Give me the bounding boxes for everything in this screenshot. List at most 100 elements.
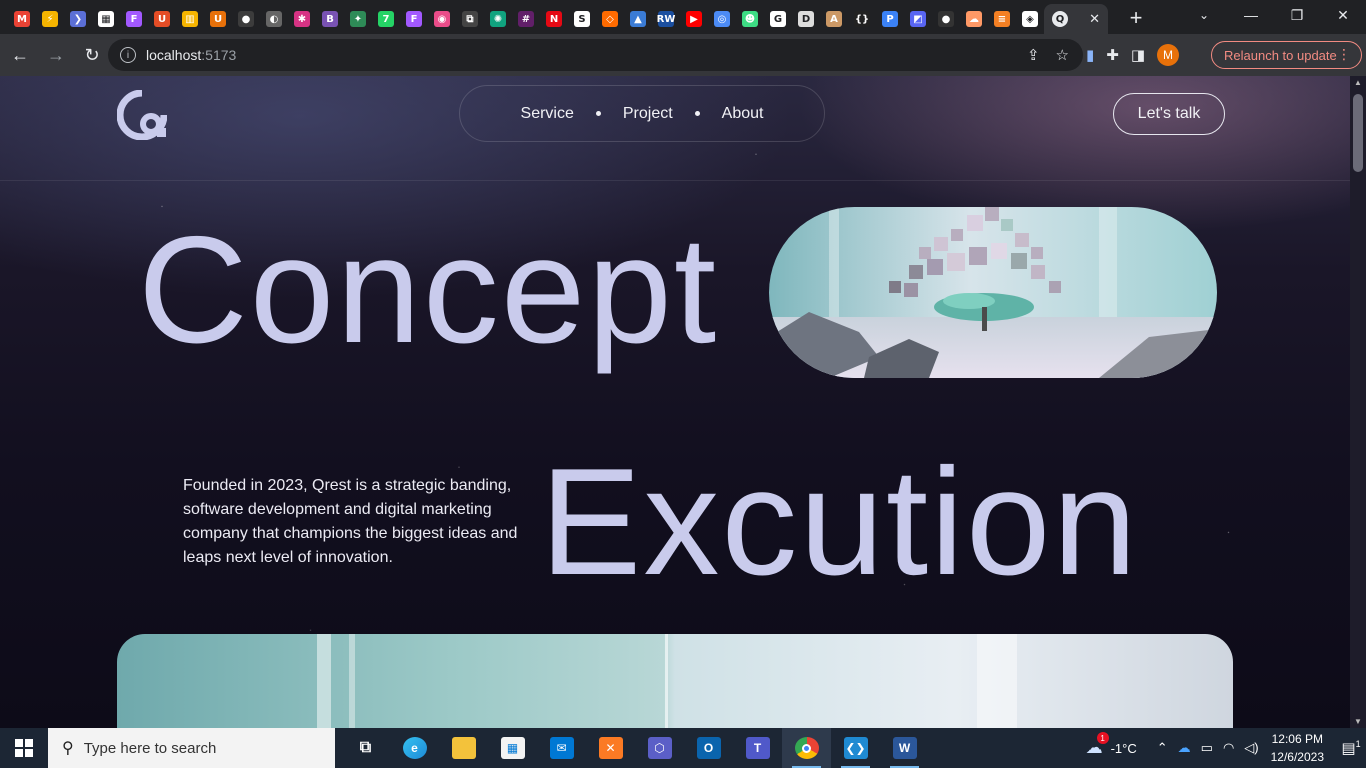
close-icon[interactable]: ✕ bbox=[1089, 11, 1100, 27]
clock[interactable]: 12:06 PM 12/6/2023 bbox=[1271, 730, 1324, 766]
new-tab-button[interactable]: + bbox=[1122, 4, 1150, 32]
active-tab[interactable]: Q ✕ bbox=[1044, 4, 1108, 34]
browser-tab[interactable]: ◎ bbox=[708, 5, 736, 33]
browser-tab[interactable]: U bbox=[148, 5, 176, 33]
browser-tab[interactable]: ◉ bbox=[428, 5, 456, 33]
word-app[interactable]: W bbox=[880, 728, 929, 768]
brackets-icon: {} bbox=[854, 11, 870, 27]
taskbar-search-box[interactable]: ⚲ Type here to search bbox=[48, 728, 335, 768]
browser-tab[interactable]: ⧉ bbox=[456, 5, 484, 33]
browser-tab[interactable]: A bbox=[820, 5, 848, 33]
browser-tab[interactable]: ◐ bbox=[260, 5, 288, 33]
github-icon: ● bbox=[238, 11, 254, 27]
browser-tab[interactable]: G bbox=[764, 5, 792, 33]
address-bar[interactable]: i localhost:5173 ⇪ ☆ bbox=[108, 39, 1083, 71]
document-extension-icon[interactable]: ▮ bbox=[1086, 46, 1094, 64]
browser-tab[interactable]: 7 bbox=[372, 5, 400, 33]
browser-tab[interactable]: ◇ bbox=[596, 5, 624, 33]
browser-tab[interactable]: ✱ bbox=[288, 5, 316, 33]
battery-icon[interactable]: ▭ bbox=[1201, 740, 1213, 756]
site-info-icon[interactable]: i bbox=[120, 47, 136, 63]
notification-center-button[interactable]: ▤ 1 bbox=[1336, 739, 1366, 757]
onedrive-icon[interactable]: ☁ bbox=[1178, 740, 1191, 756]
tab-search-icon[interactable]: ⌄ bbox=[1190, 5, 1218, 25]
d-icon: D bbox=[798, 11, 814, 27]
browser-tab[interactable]: M bbox=[8, 5, 36, 33]
relaunch-button[interactable]: Relaunch to update ⋮ bbox=[1211, 41, 1362, 69]
side-panel-icon[interactable]: ◨ bbox=[1131, 46, 1145, 64]
browser-tab[interactable]: ▲ bbox=[624, 5, 652, 33]
lets-talk-button[interactable]: Let's talk bbox=[1113, 93, 1225, 135]
browser-tab[interactable]: ☻ bbox=[736, 5, 764, 33]
rw-icon: RW bbox=[657, 11, 675, 27]
browser-tab[interactable]: ❯ bbox=[64, 5, 92, 33]
puzzle-icon[interactable]: ✚ bbox=[1106, 46, 1119, 64]
browser-tab[interactable]: {} bbox=[848, 5, 876, 33]
start-button[interactable] bbox=[0, 728, 48, 768]
browser-tab[interactable]: N bbox=[540, 5, 568, 33]
xampp-app[interactable]: ✕ bbox=[586, 728, 635, 768]
shape-icon: ◇ bbox=[602, 11, 618, 27]
menu-dots-icon[interactable]: ⋮ bbox=[1337, 46, 1351, 63]
nav-about-link[interactable]: About bbox=[722, 105, 764, 123]
edge-icon: e bbox=[402, 737, 427, 759]
browser-tab[interactable]: ◈ bbox=[1016, 5, 1044, 33]
nav-project-link[interactable]: Project bbox=[623, 105, 673, 123]
back-button[interactable]: ← bbox=[4, 39, 36, 71]
browser-tab[interactable]: ✺ bbox=[484, 5, 512, 33]
blocks-icon: ✦ bbox=[350, 11, 366, 27]
browser-tab[interactable]: F bbox=[120, 5, 148, 33]
browser-tab[interactable]: ◩ bbox=[904, 5, 932, 33]
task-view-button[interactable]: ⧉ bbox=[341, 728, 390, 768]
browser-tab[interactable]: RW bbox=[652, 5, 680, 33]
nav-service-link[interactable]: Service bbox=[521, 105, 574, 123]
browser-tab[interactable]: ≡ bbox=[988, 5, 1016, 33]
browser-tab[interactable]: ▦ bbox=[92, 5, 120, 33]
browser-tab[interactable]: ✦ bbox=[344, 5, 372, 33]
page-scrollbar[interactable]: ▲ ▼ bbox=[1350, 76, 1366, 728]
browser-tab[interactable]: F bbox=[400, 5, 428, 33]
restore-button[interactable]: ❐ bbox=[1274, 0, 1320, 30]
power-automate-app[interactable]: ⬡ bbox=[635, 728, 684, 768]
browser-tab[interactable]: ▶ bbox=[680, 5, 708, 33]
browser-tab[interactable]: B bbox=[316, 5, 344, 33]
browser-tab[interactable]: D bbox=[792, 5, 820, 33]
browser-tab[interactable]: ● bbox=[232, 5, 260, 33]
wifi-icon[interactable]: ◠ bbox=[1223, 740, 1234, 756]
browser-tab[interactable]: ▥ bbox=[176, 5, 204, 33]
window-close-button[interactable]: ✕ bbox=[1320, 0, 1366, 30]
vscode-app[interactable]: ❮❯ bbox=[831, 728, 880, 768]
weather-widget[interactable]: ☁ 1 -1°C bbox=[1086, 732, 1137, 758]
browser-tab[interactable]: ⚡ bbox=[36, 5, 64, 33]
forward-button[interactable]: → bbox=[40, 39, 72, 71]
starfield-background bbox=[0, 76, 1350, 728]
browser-tab[interactable]: ● bbox=[932, 5, 960, 33]
minimize-button[interactable]: — bbox=[1228, 0, 1274, 30]
file-explorer-app[interactable] bbox=[439, 728, 488, 768]
browser-tab[interactable]: # bbox=[512, 5, 540, 33]
store-app[interactable]: ▦ bbox=[488, 728, 537, 768]
bookmark-star-icon[interactable]: ☆ bbox=[1056, 46, 1069, 64]
browser-toolbar: ← → ↻ i localhost:5173 ⇪ ☆ ▮ ✚ ◨ M Relau… bbox=[0, 34, 1366, 76]
scrollbar-thumb[interactable] bbox=[1353, 94, 1363, 172]
browser-tab[interactable]: U bbox=[204, 5, 232, 33]
chevron-up-icon[interactable]: ⌃ bbox=[1157, 740, 1168, 756]
qrest-logo[interactable] bbox=[117, 90, 167, 140]
share-icon[interactable]: ⇪ bbox=[1027, 46, 1040, 64]
chrome-app[interactable] bbox=[782, 728, 831, 768]
edge-app[interactable]: e bbox=[390, 728, 439, 768]
mail-app[interactable]: ✉ bbox=[537, 728, 586, 768]
scroll-down-icon[interactable]: ▼ bbox=[1354, 717, 1362, 726]
reload-button[interactable]: ↻ bbox=[76, 39, 108, 71]
browser-tab[interactable]: P bbox=[876, 5, 904, 33]
outlook-app[interactable]: O bbox=[684, 728, 733, 768]
slack-icon: # bbox=[518, 11, 534, 27]
figma-icon-2: F bbox=[406, 11, 422, 27]
profile-avatar[interactable]: M bbox=[1157, 44, 1180, 66]
scroll-up-icon[interactable]: ▲ bbox=[1354, 78, 1362, 87]
volume-icon[interactable]: ◁) bbox=[1244, 740, 1258, 756]
browser-tab[interactable]: S bbox=[568, 5, 596, 33]
teams-app[interactable]: T bbox=[733, 728, 782, 768]
browser-tab[interactable]: ☁ bbox=[960, 5, 988, 33]
chart-icon: ▥ bbox=[182, 11, 198, 27]
